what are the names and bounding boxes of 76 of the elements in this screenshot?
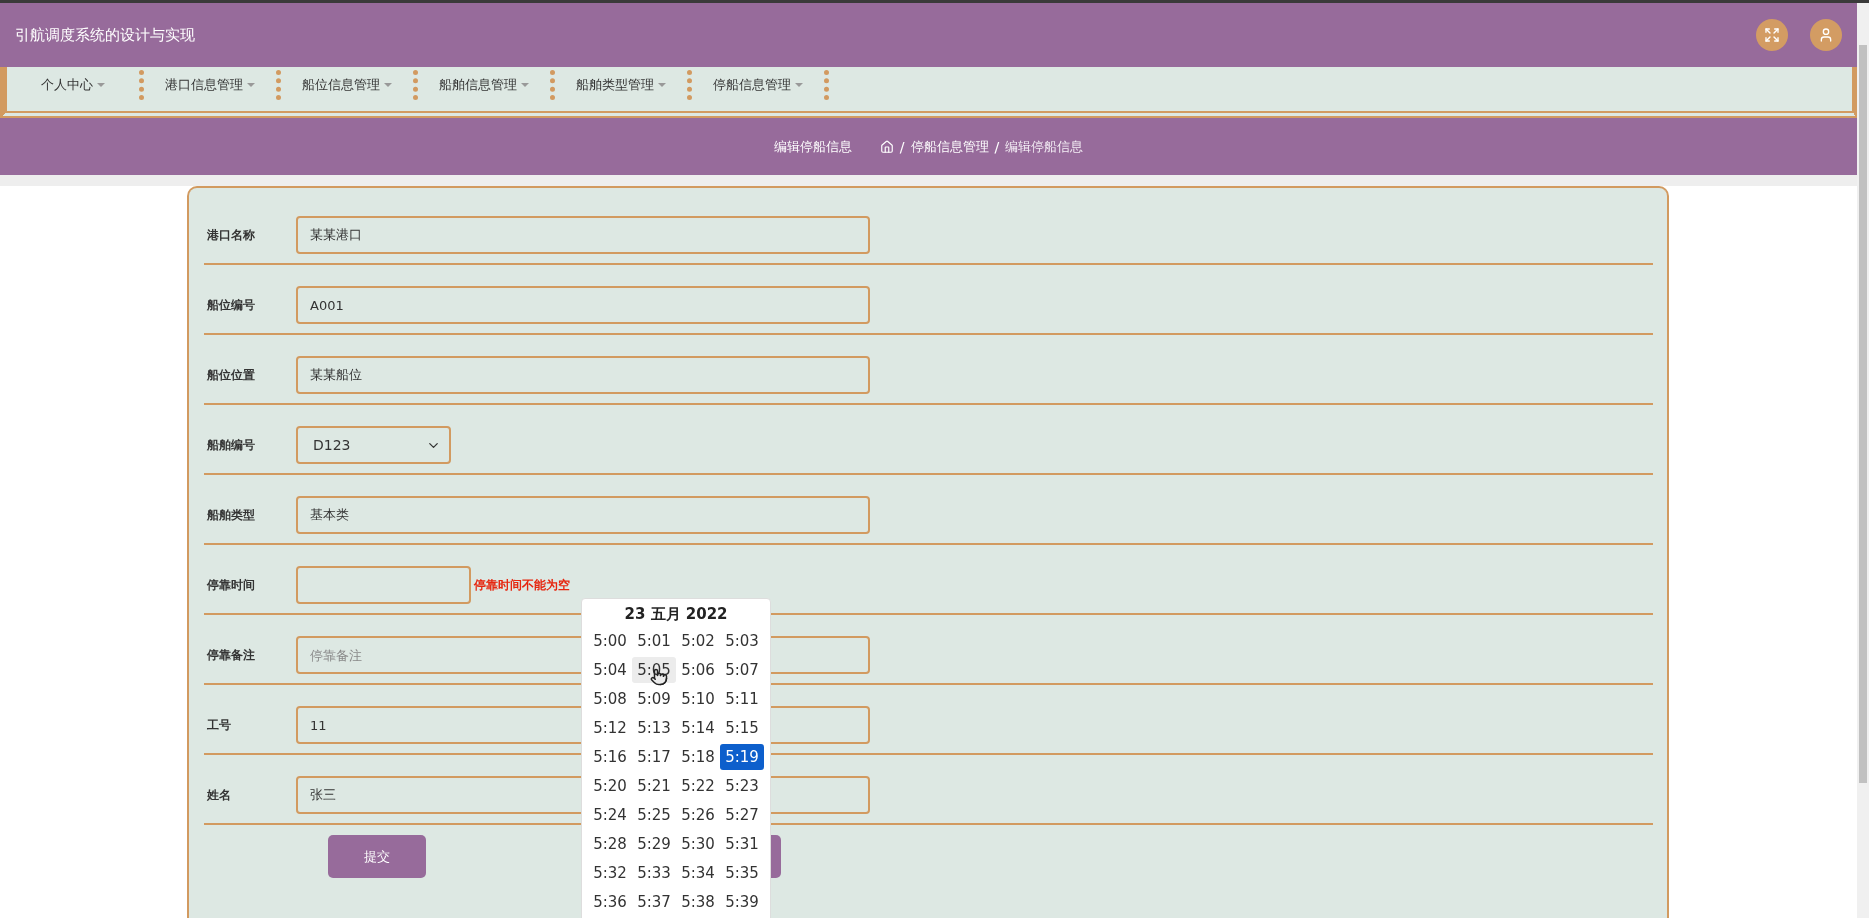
time-option[interactable]: 5:35 bbox=[720, 860, 764, 886]
fullscreen-icon bbox=[1764, 27, 1780, 43]
time-option[interactable]: 5:39 bbox=[720, 889, 764, 915]
time-option[interactable]: 5:38 bbox=[676, 889, 720, 915]
time-option[interactable]: 5:08 bbox=[588, 686, 632, 712]
time-option[interactable]: 5:34 bbox=[676, 860, 720, 886]
field-label: 停靠时间 bbox=[207, 576, 256, 594]
nav-menu-item[interactable]: 船舶类型管理 bbox=[555, 70, 692, 100]
time-option[interactable]: 5:14 bbox=[676, 715, 720, 741]
time-option[interactable]: 5:09 bbox=[632, 686, 676, 712]
time-input[interactable] bbox=[296, 566, 471, 604]
field-label: 船舶类型 bbox=[207, 506, 256, 524]
time-option[interactable]: 5:18 bbox=[676, 744, 720, 770]
time-option[interactable]: 5:28 bbox=[588, 831, 632, 857]
page-title: 编辑停船信息 bbox=[773, 137, 852, 156]
time-option[interactable]: 5:30 bbox=[676, 831, 720, 857]
time-option[interactable]: 5:21 bbox=[632, 773, 676, 799]
time-option[interactable]: 5:26 bbox=[676, 802, 720, 828]
field-label: 船舶编号 bbox=[207, 436, 256, 454]
time-option[interactable]: 5:15 bbox=[720, 715, 764, 741]
time-option[interactable]: 5:23 bbox=[720, 773, 764, 799]
time-option[interactable]: 5:33 bbox=[632, 860, 676, 886]
time-option[interactable]: 5:13 bbox=[632, 715, 676, 741]
time-option[interactable]: 5:27 bbox=[720, 802, 764, 828]
text-input[interactable]: 基本类 bbox=[296, 496, 870, 534]
error-message: 停靠时间不能为空 bbox=[474, 576, 570, 594]
nav-menu-item[interactable]: 船舶信息管理 bbox=[418, 70, 555, 100]
time-option[interactable]: 5:36 bbox=[588, 889, 632, 915]
text-input[interactable]: 某某船位 bbox=[296, 356, 870, 394]
time-option[interactable]: 5:00 bbox=[588, 628, 632, 654]
time-option[interactable]: 5:04 bbox=[588, 657, 632, 683]
field-label: 停靠备注 bbox=[207, 646, 256, 664]
text-input[interactable]: 某某港口 bbox=[296, 216, 870, 254]
time-option[interactable]: 5:10 bbox=[676, 686, 720, 712]
fullscreen-button[interactable] bbox=[1756, 19, 1788, 51]
time-option[interactable]: 5:20 bbox=[588, 773, 632, 799]
ship-select[interactable]: D123 bbox=[296, 426, 451, 464]
app-title: 引航调度系统的设计与实现 bbox=[15, 25, 196, 45]
breadcrumb-link[interactable]: 停船信息管理 bbox=[910, 137, 989, 156]
time-option[interactable]: 5:22 bbox=[676, 773, 720, 799]
time-option[interactable]: 5:37 bbox=[632, 889, 676, 915]
home-icon[interactable] bbox=[879, 139, 894, 154]
picker-date: 23 五月 2022 bbox=[623, 605, 729, 624]
time-option[interactable]: 5:03 bbox=[720, 628, 764, 654]
field-label: 船位编号 bbox=[207, 296, 256, 314]
field-label: 工号 bbox=[207, 716, 232, 734]
scrollbar[interactable] bbox=[1857, 3, 1869, 918]
field-label: 姓名 bbox=[207, 786, 232, 804]
time-option[interactable]: 5:32 bbox=[588, 860, 632, 886]
nav-menu-item[interactable]: 个人中心 bbox=[7, 70, 144, 100]
time-option[interactable]: 5:05 bbox=[632, 657, 676, 683]
time-option[interactable]: 5:01 bbox=[632, 628, 676, 654]
text-input[interactable]: A001 bbox=[296, 286, 870, 324]
breadcrumb-separator: / bbox=[899, 138, 905, 155]
time-option[interactable]: 5:02 bbox=[676, 628, 720, 654]
breadcrumb-current: 编辑停船信息 bbox=[1005, 137, 1084, 156]
user-icon bbox=[1818, 27, 1834, 43]
time-option[interactable]: 5:11 bbox=[720, 686, 764, 712]
time-option[interactable]: 5:16 bbox=[588, 744, 632, 770]
time-option[interactable]: 5:29 bbox=[632, 831, 676, 857]
time-option[interactable]: 5:19 bbox=[720, 744, 764, 770]
time-option[interactable]: 5:24 bbox=[588, 802, 632, 828]
field-label: 港口名称 bbox=[207, 226, 256, 244]
time-option[interactable]: 5:07 bbox=[720, 657, 764, 683]
nav-menu-item[interactable]: 船位信息管理 bbox=[281, 70, 418, 100]
breadcrumb-separator: / bbox=[994, 138, 1000, 155]
time-option[interactable]: 5:31 bbox=[720, 831, 764, 857]
time-option[interactable]: 5:06 bbox=[676, 657, 720, 683]
nav-menu-item[interactable]: 停船信息管理 bbox=[692, 70, 829, 100]
time-option[interactable]: 5:12 bbox=[588, 715, 632, 741]
submit-button[interactable]: 提交 bbox=[328, 835, 426, 878]
time-option[interactable]: 5:25 bbox=[632, 802, 676, 828]
time-option[interactable]: 5:17 bbox=[632, 744, 676, 770]
field-label: 船位位置 bbox=[207, 366, 256, 384]
nav-menu-item[interactable]: 港口信息管理 bbox=[144, 70, 281, 100]
user-button[interactable] bbox=[1810, 19, 1842, 51]
